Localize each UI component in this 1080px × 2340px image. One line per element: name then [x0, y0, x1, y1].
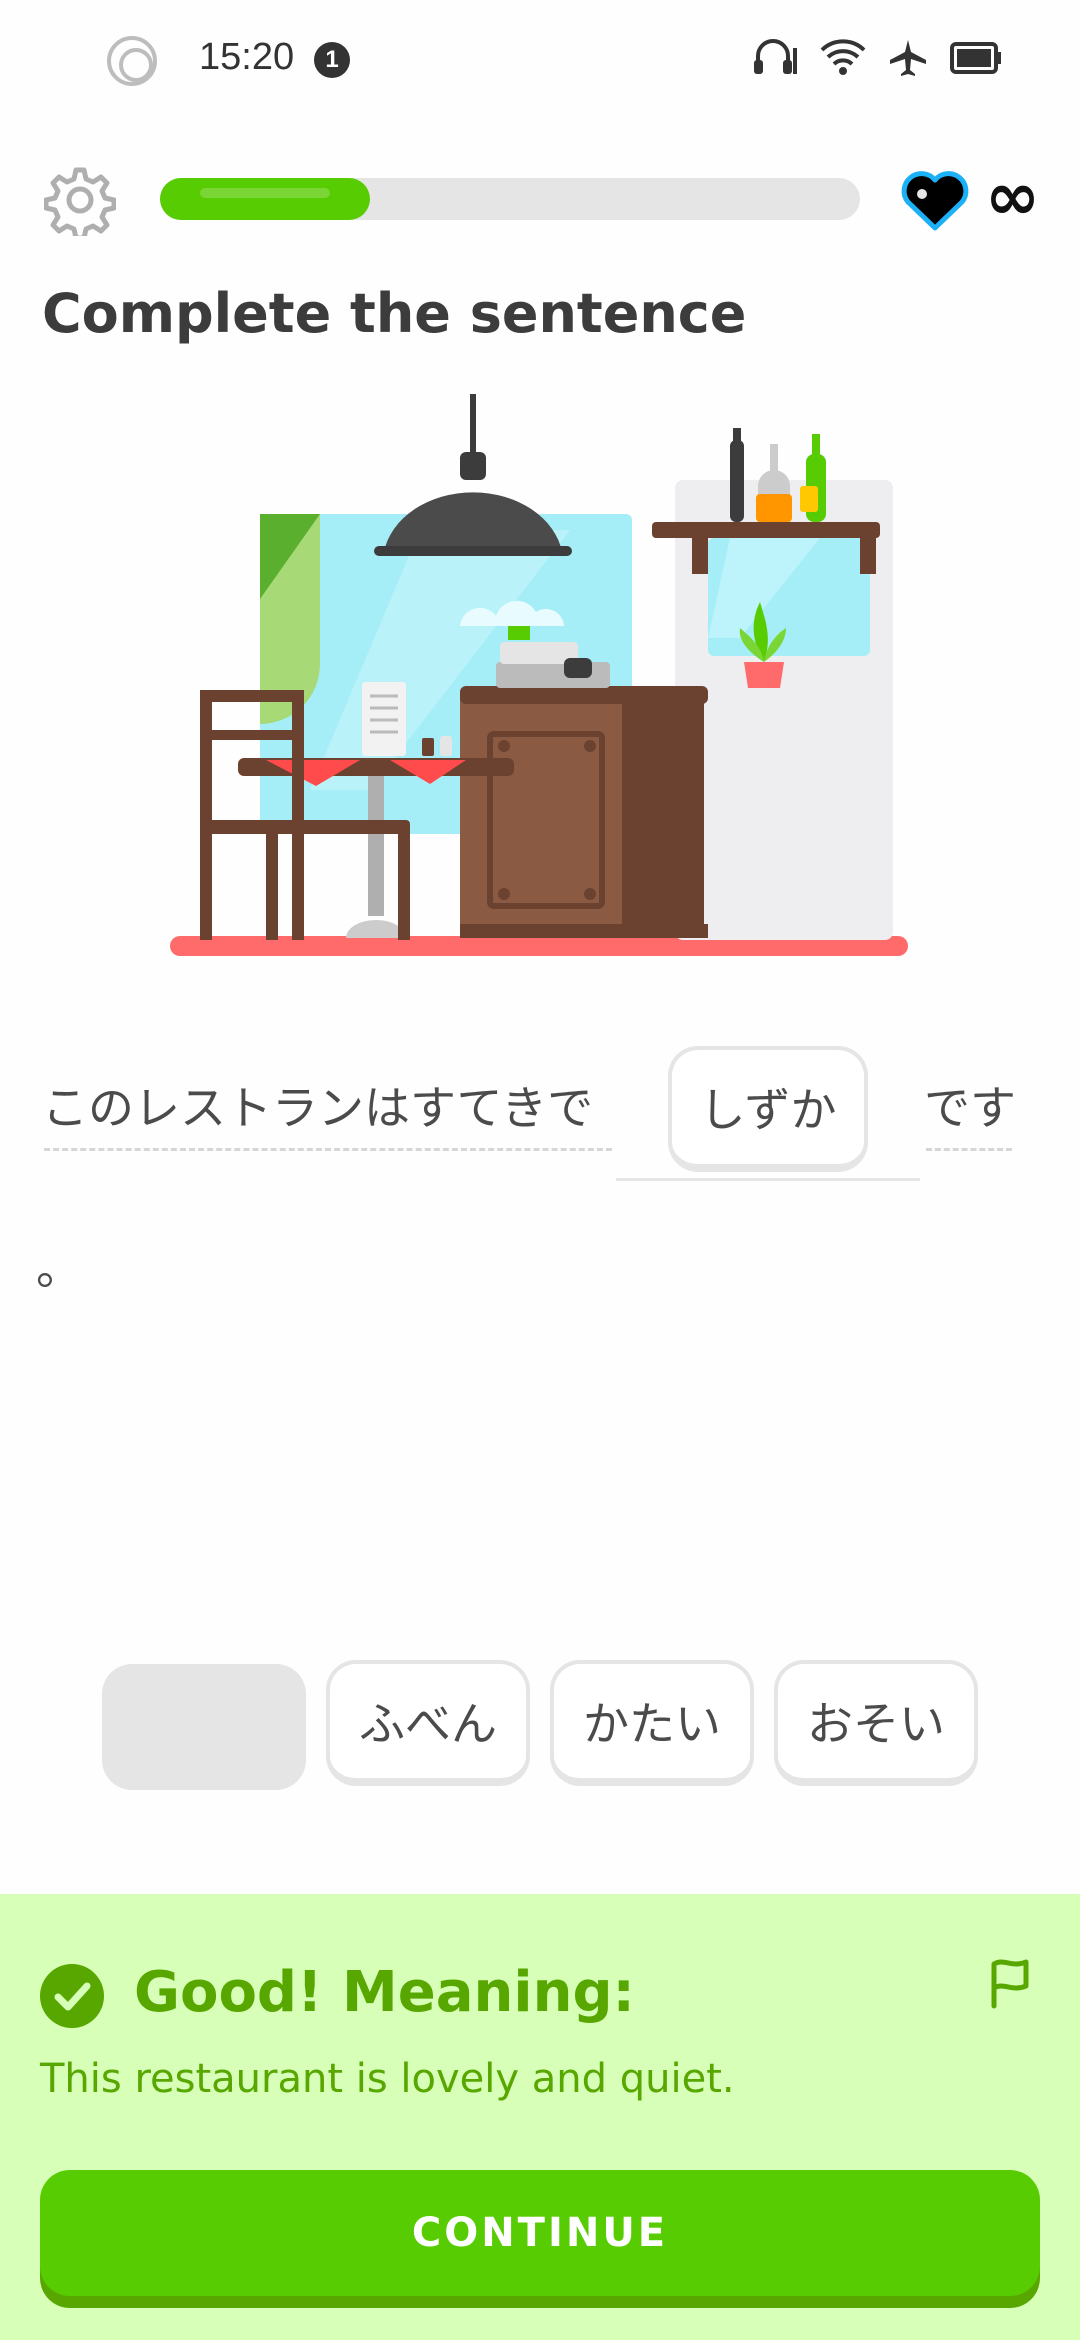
feedback-translation: This restaurant is lovely and quiet. [40, 2056, 735, 2102]
wifi-icon [820, 39, 866, 75]
status-icons [752, 38, 1002, 78]
airplane-icon [890, 40, 926, 76]
notification-badge: 1 [314, 42, 350, 78]
status-time: 15:20 [199, 36, 295, 78]
feedback-heading: Good! Meaning: [134, 1960, 635, 2025]
lesson-progress-fill [160, 178, 370, 220]
status-bar: 15:20 1 [0, 0, 1080, 120]
word-option-1[interactable]: ふべん [326, 1660, 530, 1786]
continue-button[interactable]: CONTINUE [40, 2170, 1040, 2296]
sentence-suffix-underline [926, 1148, 1012, 1151]
headset-icon [754, 39, 797, 74]
sentence-prefix: このレストランはすてきで [42, 1081, 594, 1135]
sentence-period: 。 [36, 1241, 82, 1295]
check-circle-icon [40, 1964, 104, 2028]
word-option-2[interactable]: かたい [550, 1660, 754, 1786]
record-circle-icon [107, 36, 157, 86]
restaurant-illustration [170, 394, 908, 956]
answer-slot-line [616, 1178, 920, 1181]
sentence-suffix: です [924, 1081, 1016, 1135]
report-flag-icon[interactable] [984, 1956, 1036, 2012]
sentence-prefix-underline [44, 1148, 612, 1151]
page-title: Complete the sentence [42, 282, 747, 345]
hearts-count: ∞ [985, 158, 1040, 235]
settings-gear-icon[interactable] [44, 164, 116, 236]
word-option-3[interactable]: おそい [774, 1660, 978, 1786]
answer-slot-chip[interactable]: しずか [668, 1046, 868, 1172]
heart-icon[interactable] [900, 170, 970, 232]
word-bank-empty-slot [102, 1664, 306, 1790]
lesson-progress-bar [160, 178, 860, 220]
battery-icon [950, 42, 1001, 74]
